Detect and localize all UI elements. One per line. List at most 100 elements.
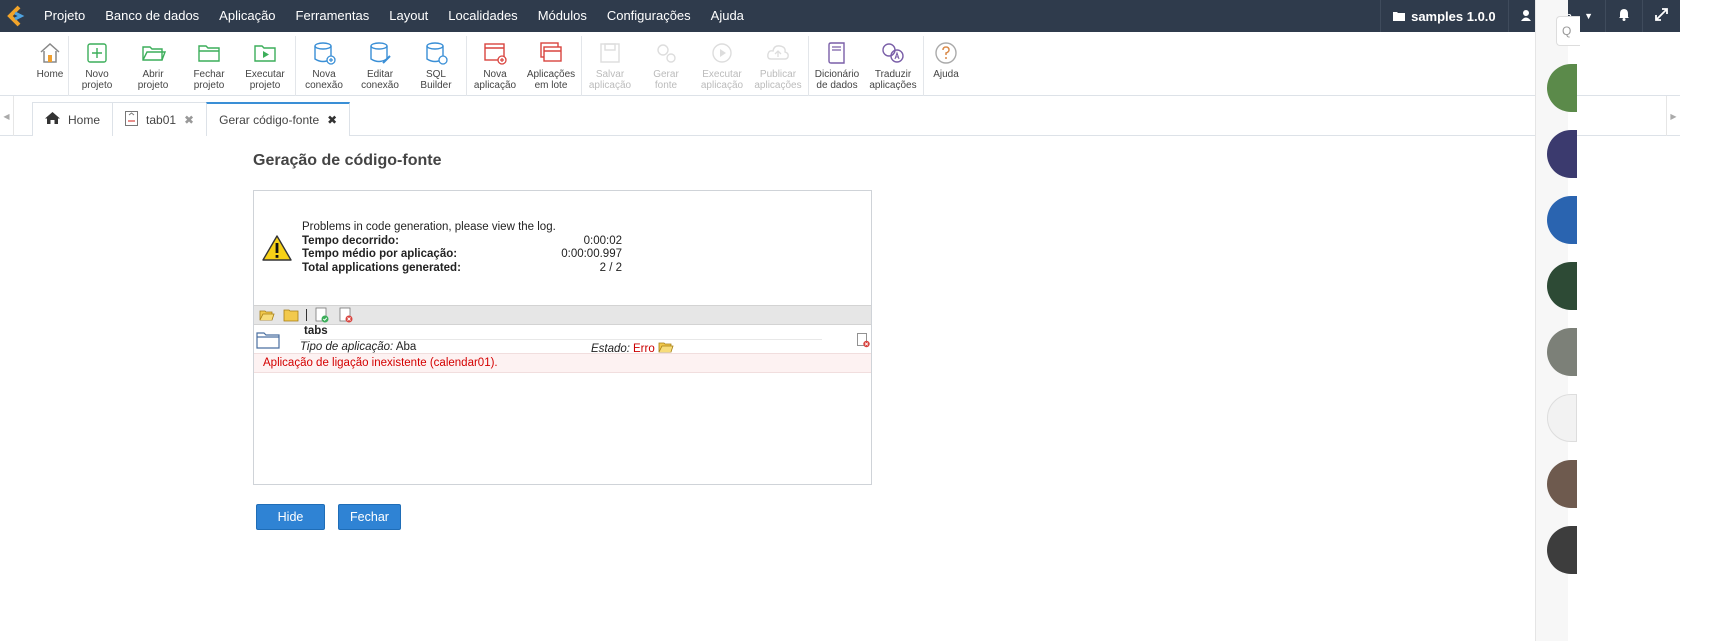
success-document-icon [315, 307, 329, 323]
caret-right-icon: ▶ [1670, 111, 1677, 121]
toolbar-group-app-actions: Salvar aplicação Gerar fonte Executar ap… [582, 36, 809, 96]
novo-projeto-label-1: Novo [85, 69, 109, 80]
cloud-upload-icon [767, 45, 789, 60]
document-icon [125, 110, 139, 129]
toolbar-group-project: Novo projeto Abrir projeto Fechar projet… [69, 36, 296, 96]
ajuda-button[interactable]: Ajuda [924, 36, 968, 96]
summary-row: Tempo decorrido: 0:00:02 [302, 235, 622, 249]
fechar-projeto-label-1: Fechar [193, 69, 225, 80]
close-button[interactable]: Fechar [338, 504, 401, 530]
novo-projeto-label-2: projeto [81, 80, 113, 91]
editar-conexao-label-2: conexão [361, 80, 399, 91]
folder-icon[interactable] [256, 331, 280, 352]
folder-icon [283, 309, 299, 322]
publicar-aplicacoes-button[interactable]: Publicar aplicações [750, 36, 806, 96]
dicionario-dados-button[interactable]: Dicionário de dados [809, 36, 865, 96]
home-icon [45, 112, 60, 127]
publicar-aplicacoes-label-1: Publicar [759, 69, 797, 80]
side-search-input[interactable]: Q [1556, 16, 1580, 46]
search-icon: Q [1562, 24, 1572, 38]
traduzir-aplicacoes-button[interactable]: Traduzir aplicações [865, 36, 921, 96]
open-all-button[interactable] [258, 307, 276, 323]
dicionario-dados-label-2: de dados [816, 80, 858, 91]
close-all-button[interactable] [282, 307, 300, 323]
menu-layout[interactable]: Layout [379, 0, 438, 32]
log-app-type: Tipo de aplicação: Aba [300, 341, 416, 353]
gears-icon [657, 44, 676, 63]
generation-panel: Problems in code generation, please view… [253, 190, 872, 485]
nova-conexao-label-2: conexão [305, 80, 343, 91]
warning-icon [262, 235, 294, 263]
tabs-scroll-right-button[interactable]: ▶ [1666, 96, 1680, 136]
novo-projeto-button[interactable]: Novo projeto [69, 36, 125, 96]
new-project-icon [87, 43, 107, 63]
error-document-icon[interactable] [857, 333, 870, 351]
scriptcase-logo[interactable] [0, 0, 34, 32]
page-title: Geração de código-fonte [253, 152, 442, 169]
log-toolbar [254, 305, 871, 325]
fechar-projeto-label-2: projeto [193, 80, 225, 91]
abrir-projeto-label-2: projeto [137, 80, 169, 91]
run-project-icon [254, 45, 276, 62]
log-type-label: Tipo de aplicação: [300, 341, 394, 353]
home-button[interactable]: Home [34, 36, 66, 96]
show-success-button[interactable] [313, 307, 331, 323]
executar-projeto-button[interactable]: Executar projeto [237, 36, 293, 96]
menu-banco-de-dados[interactable]: Banco de dados [95, 0, 209, 32]
tabs-scroll-left-button[interactable]: ◀ [0, 96, 14, 136]
abrir-projeto-label-1: Abrir [142, 69, 164, 80]
menu-modulos[interactable]: Módulos [528, 0, 597, 32]
close-icon[interactable]: ✖ [327, 113, 337, 127]
summary-label: Total applications generated: [302, 261, 461, 274]
gerar-fonte-label-2: fonte [654, 80, 678, 91]
tab-gerar-codigo-fonte[interactable]: Gerar código-fonte ✖ [206, 102, 351, 136]
summary-row: Total applications generated: 2 / 2 [302, 262, 622, 276]
play-icon [712, 43, 732, 63]
user-icon [1520, 9, 1531, 24]
log-app-name: tabs [304, 325, 328, 337]
project-selector[interactable]: samples 1.0.0 [1380, 0, 1508, 32]
expand-icon [1655, 8, 1668, 24]
executar-projeto-label-2: projeto [249, 80, 281, 91]
app-window: Projeto Banco de dados Aplicação Ferrame… [0, 0, 1680, 641]
menu-ferramentas[interactable]: Ferramentas [286, 0, 380, 32]
menu-localidades[interactable]: Localidades [438, 0, 527, 32]
main-toolbar: Home Novo projeto Abrir projeto Fechar p… [0, 32, 1680, 96]
close-icon[interactable]: ✖ [184, 113, 194, 127]
fechar-projeto-button[interactable]: Fechar projeto [181, 36, 237, 96]
log-type-value: Aba [395, 341, 417, 353]
show-errors-button[interactable] [337, 307, 355, 323]
sql-builder-button[interactable]: SQL Builder [408, 36, 464, 96]
tab-home[interactable]: Home [32, 102, 114, 136]
close-folder-icon [198, 45, 220, 62]
publicar-aplicacoes-label-2: aplicações [754, 80, 802, 91]
menu-ajuda[interactable]: Ajuda [701, 0, 754, 32]
editar-conexao-button[interactable]: Editar conexão [352, 36, 408, 96]
notifications-button[interactable] [1605, 0, 1642, 32]
fullscreen-button[interactable] [1642, 0, 1680, 32]
executar-aplicacao-label-1: Executar [702, 69, 742, 80]
open-folder-icon [142, 46, 166, 61]
tabs-bar: ◀ Home tab01 ✖ Gerar código-fonte ✖ ▶ [0, 96, 1680, 136]
gerar-fonte-button[interactable]: Gerar fonte [638, 36, 694, 96]
book-icon [828, 42, 845, 64]
hide-log-button[interactable]: Hide log [256, 504, 325, 548]
tab-tab01-label: tab01 [146, 112, 177, 127]
home-icon [40, 42, 60, 63]
abrir-projeto-button[interactable]: Abrir projeto [125, 36, 181, 96]
menu-projeto[interactable]: Projeto [34, 0, 95, 32]
nova-aplicacao-button[interactable]: Nova aplicação [467, 36, 523, 96]
tab-tab01[interactable]: tab01 ✖ [112, 102, 208, 136]
toolbar-group-help: Ajuda [924, 36, 970, 96]
menu-configuracoes[interactable]: Configurações [597, 0, 701, 32]
toolbar-separator [306, 309, 307, 321]
menu-aplicacao[interactable]: Aplicação [209, 0, 285, 32]
aplicacoes-lote-button[interactable]: Aplicações em lote [523, 36, 579, 96]
aplicacoes-lote-label-2: em lote [534, 80, 568, 91]
error-document-icon [339, 307, 353, 323]
executar-aplicacao-button[interactable]: Executar aplicação [694, 36, 750, 96]
salvar-aplicacao-button[interactable]: Salvar aplicação [582, 36, 638, 96]
salvar-aplicacao-label-2: aplicação [588, 80, 632, 91]
home-label: Home [36, 69, 64, 80]
nova-conexao-button[interactable]: Nova conexão [296, 36, 352, 96]
